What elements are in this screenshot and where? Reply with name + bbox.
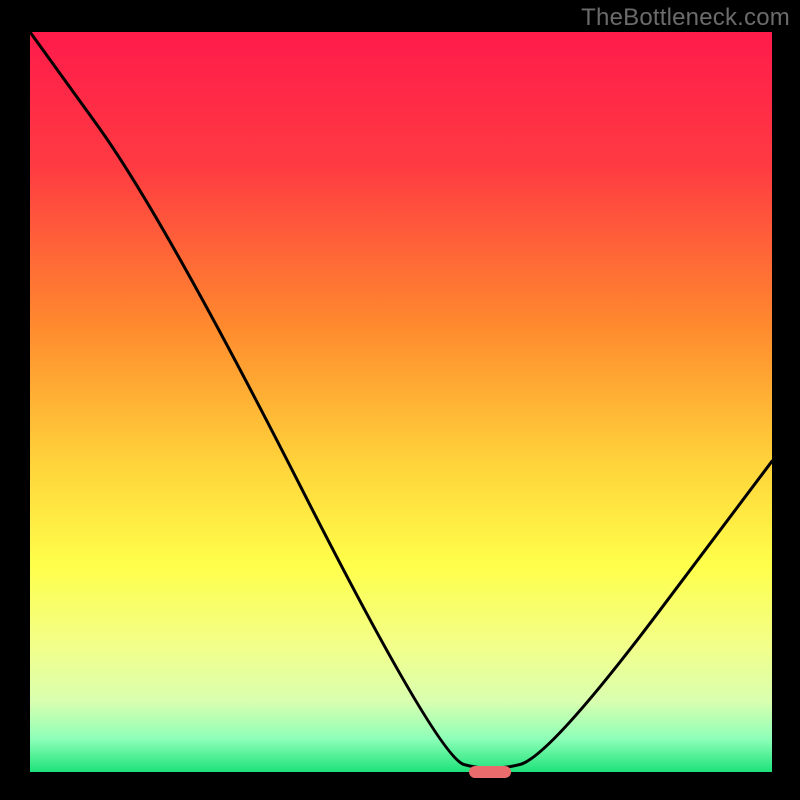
watermark-text: TheBottleneck.com — [581, 4, 790, 32]
chart-container: { "watermark": "TheBottleneck.com", "cha… — [0, 0, 800, 800]
optimal-marker — [469, 766, 511, 778]
plot-background — [30, 32, 772, 772]
bottleneck-chart — [0, 0, 800, 800]
